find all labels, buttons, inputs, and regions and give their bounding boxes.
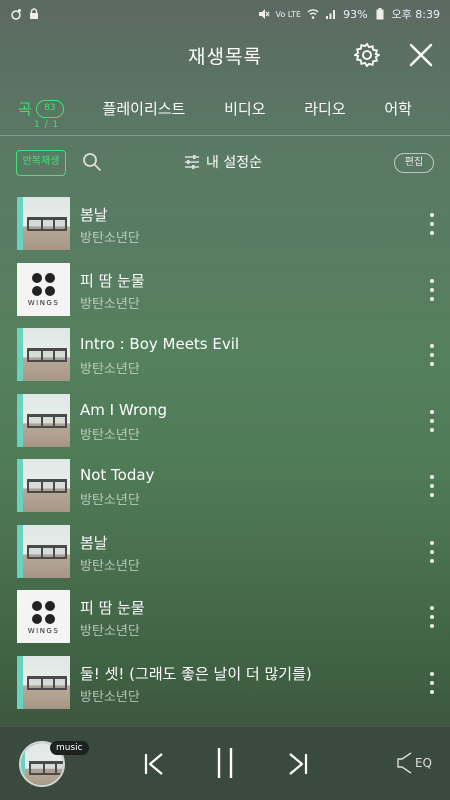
more-options-icon[interactable] xyxy=(428,606,436,628)
album-art-spring-day xyxy=(17,393,70,447)
page-title: 재생목록 xyxy=(188,45,262,68)
song-title: 피 땀 눈물 xyxy=(80,271,145,290)
battery-icon xyxy=(374,8,386,20)
song-title: Not Today xyxy=(80,466,155,484)
edit-button[interactable]: 편집 xyxy=(394,153,434,173)
bench-shelter-icon xyxy=(27,217,67,231)
more-options-icon[interactable] xyxy=(428,278,436,301)
music-badge: music xyxy=(50,741,89,755)
song-row[interactable]: Not Today 방탄소년단 xyxy=(0,458,450,524)
wings-label: WINGS xyxy=(27,626,60,635)
song-artist: 방탄소년단 xyxy=(80,624,140,639)
tab-songs[interactable]: 곡 83 xyxy=(18,98,64,119)
song-row[interactable]: WINGS 피 땀 눈물방탄소년단 xyxy=(0,589,450,655)
album-art-wings: WINGS xyxy=(17,262,70,316)
wings-logo-icon xyxy=(32,273,55,296)
equalizer-button[interactable]: EQ xyxy=(397,751,432,775)
bench-shelter-icon xyxy=(27,479,67,493)
wings-label: WINGS xyxy=(27,299,60,307)
song-title: Am I Wrong xyxy=(80,400,168,419)
wings-logo-icon xyxy=(32,600,55,624)
song-artist: 방탄소년단 xyxy=(80,689,140,705)
bench-shelter-icon xyxy=(27,544,67,559)
battery-percent: 93% xyxy=(343,7,368,21)
bench-shelter-icon xyxy=(27,413,67,428)
song-title: 둘! 셋! (그래도 좋은 날이 더 많기를) xyxy=(80,664,312,683)
song-title: 봄날 xyxy=(80,533,108,552)
song-title: Intro : Boy Meets Evil xyxy=(80,335,240,353)
gear-icon xyxy=(354,42,380,68)
album-art-wings: WINGS xyxy=(17,590,70,643)
status-bar: Vo LTE 93% 오후 8:39 xyxy=(0,0,450,28)
previous-icon xyxy=(144,753,163,775)
album-art-spring-day xyxy=(17,197,70,250)
settings-button[interactable] xyxy=(352,40,382,70)
pause-icon xyxy=(217,748,233,778)
song-row[interactable]: 봄날방탄소년단 xyxy=(0,524,450,590)
sort-button[interactable]: 내 설정순 xyxy=(184,152,262,172)
notification-icon xyxy=(10,8,22,20)
bench-shelter-icon xyxy=(27,348,67,362)
more-options-icon[interactable] xyxy=(428,540,436,563)
album-art-spring-day xyxy=(17,524,70,578)
album-art-spring-day xyxy=(17,328,70,381)
list-toolbar: 반복재생 내 설정순 편집 xyxy=(0,138,450,190)
status-left xyxy=(10,8,40,20)
tab-radio[interactable]: 라디오 xyxy=(304,98,345,119)
tab-count-badge: 83 xyxy=(35,99,64,118)
repeat-button[interactable]: 반복재생 xyxy=(16,150,66,176)
close-button[interactable] xyxy=(406,40,436,70)
more-options-icon[interactable] xyxy=(428,344,436,366)
mini-player: music EQ xyxy=(0,726,450,800)
bench-shelter-icon xyxy=(27,675,67,690)
more-options-icon[interactable] xyxy=(428,213,436,235)
mute-icon xyxy=(258,8,270,20)
close-icon xyxy=(409,43,433,67)
song-title: 봄날 xyxy=(80,206,108,224)
tab-page-indicator: 1 / 1 xyxy=(34,120,60,130)
song-row[interactable]: Intro : Boy Meets Evil 방탄소년단 xyxy=(0,327,450,393)
song-artist: 방탄소년단 xyxy=(80,558,140,574)
song-artist: 방탄소년단 xyxy=(80,427,140,443)
song-artist: 방탄소년단 xyxy=(80,231,140,246)
album-art-spring-day xyxy=(17,655,70,709)
more-options-icon[interactable] xyxy=(428,671,436,694)
song-artist: 방탄소년단 xyxy=(80,296,140,312)
tab-playlist[interactable]: 플레이리스트 xyxy=(103,98,186,119)
song-row[interactable]: 둘! 셋! (그래도 좋은 날이 더 많기를) 방탄소년단 xyxy=(0,655,450,721)
tab-bar: 곡 83 플레이리스트 비디오 라디오 어학 xyxy=(0,82,450,136)
signal-icon xyxy=(325,8,337,20)
search-button[interactable] xyxy=(82,152,104,174)
header: 재생목록 xyxy=(0,28,450,82)
wifi-icon xyxy=(307,8,319,20)
sort-icon xyxy=(185,155,199,169)
song-row[interactable]: Am I Wrong 방탄소년단 xyxy=(0,393,450,459)
network-label: Vo LTE xyxy=(275,9,302,19)
more-options-icon[interactable] xyxy=(428,409,436,432)
more-options-icon[interactable] xyxy=(428,475,436,497)
lock-icon xyxy=(28,8,40,20)
speaker-icon xyxy=(397,752,412,774)
previous-button[interactable] xyxy=(138,749,168,779)
song-list: 봄날 방탄소년단 WINGS 피 땀 눈물 방탄소년단 Intro : Boy Meets… xyxy=(0,196,450,726)
next-button[interactable] xyxy=(284,749,314,779)
next-icon xyxy=(289,753,308,775)
status-time: 오후 8:39 xyxy=(391,8,440,21)
song-artist: 방탄소년단 xyxy=(80,362,140,377)
song-row[interactable]: 봄날방탄소년단 xyxy=(0,196,450,262)
pause-button[interactable] xyxy=(210,745,240,781)
eq-label: EQ xyxy=(414,756,432,770)
tab-language[interactable]: 어학 xyxy=(384,98,412,119)
sort-label: 내 설정순 xyxy=(206,155,262,171)
status-right: Vo LTE 93% 오후 8:39 xyxy=(258,6,440,22)
tab-video[interactable]: 비디오 xyxy=(224,98,265,119)
tab-label: 곡 xyxy=(18,100,32,118)
song-row[interactable]: WINGS 피 땀 눈물방탄소년단 xyxy=(0,262,450,328)
search-icon xyxy=(83,153,101,171)
song-artist: 방탄소년단 xyxy=(80,493,140,508)
song-title: 피 땀 눈물 xyxy=(80,599,145,617)
album-art-spring-day xyxy=(17,459,70,512)
